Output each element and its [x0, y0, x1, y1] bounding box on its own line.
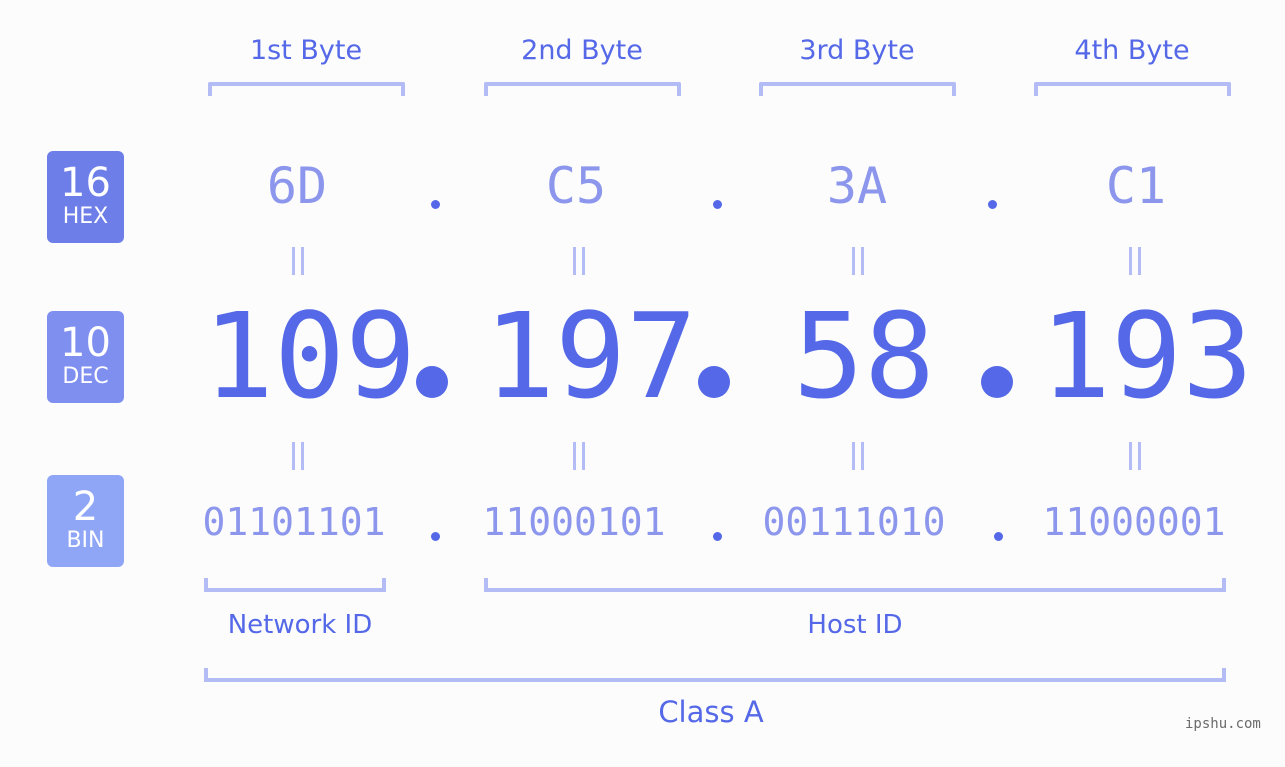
dec-separator-dot [698, 366, 730, 398]
equals-icon [290, 442, 306, 470]
host-id-label: Host ID [807, 610, 903, 640]
dec-value-4: 193 [1040, 287, 1254, 425]
bin-value-1: 01101101 [202, 500, 386, 544]
hex-badge-number: 16 [60, 160, 111, 206]
network-id-label: Network ID [227, 610, 373, 640]
equals-icon [1127, 442, 1143, 470]
hex-value-3: 3A [826, 157, 888, 215]
hex-separator-dot [988, 200, 997, 209]
bin-separator-dot [431, 532, 440, 541]
byte-header-2: 2nd Byte [521, 35, 643, 66]
network-id-bracket [204, 578, 386, 592]
bin-value-4: 11000001 [1042, 500, 1226, 544]
dec-badge-label: DEC [62, 364, 109, 389]
equals-icon [571, 442, 587, 470]
class-bracket [204, 668, 1226, 682]
byte-header-3: 3rd Byte [799, 35, 915, 66]
host-id-bracket [484, 578, 1226, 592]
equals-icon [1127, 247, 1143, 275]
byte-bracket-1 [208, 82, 405, 96]
hex-value-4: C1 [1105, 157, 1167, 215]
hex-badge: 16 HEX [47, 151, 124, 243]
bin-badge-number: 2 [72, 484, 99, 530]
bin-separator-dot [994, 532, 1003, 541]
bin-value-2: 11000101 [482, 500, 666, 544]
byte-header-4: 4th Byte [1074, 35, 1190, 66]
dec-separator-dot [416, 366, 448, 398]
dec-badge-number: 10 [60, 320, 111, 366]
dec-value-1: 109 [203, 287, 417, 425]
bin-badge-label: BIN [66, 528, 105, 553]
hex-separator-dot [713, 200, 722, 209]
byte-header-1: 1st Byte [249, 35, 363, 66]
dec-value-2: 197 [484, 287, 698, 425]
byte-bracket-2 [484, 82, 681, 96]
class-label: Class A [658, 695, 764, 729]
byte-bracket-3 [759, 82, 956, 96]
hex-separator-dot [431, 200, 440, 209]
hex-badge-label: HEX [62, 204, 109, 229]
bin-separator-dot [713, 532, 722, 541]
watermark: ipshu.com [1185, 716, 1261, 732]
hex-value-2: C5 [545, 157, 607, 215]
dec-value-3: 58 [793, 287, 936, 425]
equals-icon [850, 247, 866, 275]
equals-icon [290, 247, 306, 275]
equals-icon [571, 247, 587, 275]
bin-value-3: 00111010 [762, 500, 946, 544]
bin-badge: 2 BIN [47, 475, 124, 567]
dec-separator-dot [981, 366, 1013, 398]
hex-value-1: 6D [266, 157, 328, 215]
equals-icon [850, 442, 866, 470]
dec-badge: 10 DEC [47, 311, 124, 403]
byte-bracket-4 [1034, 82, 1231, 96]
